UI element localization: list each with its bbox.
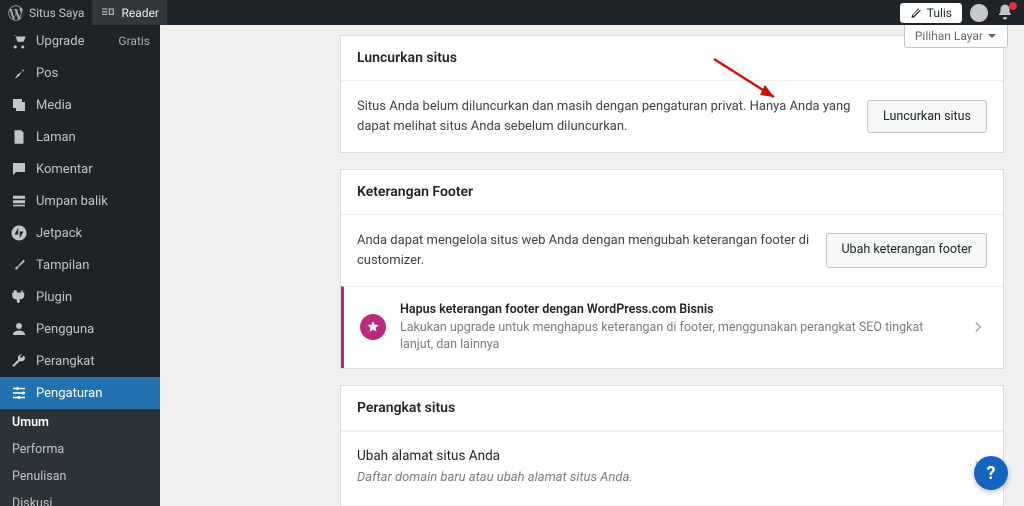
sidebar-submenu: Umum Performa Penulisan Diskusi Bacaan M…	[0, 409, 160, 506]
change-footer-button[interactable]: Ubah keterangan footer	[826, 233, 987, 267]
reader-icon	[100, 5, 116, 21]
notifications[interactable]	[996, 3, 1016, 23]
cart-icon	[10, 32, 28, 50]
sidebar-item-upgrade[interactable]: Upgrade Gratis	[0, 25, 160, 57]
footer-desc: Anda dapat mengelola situs web Anda deng…	[357, 231, 810, 270]
pencil-icon	[910, 7, 922, 19]
write-label: Tulis	[927, 6, 952, 20]
chevron-right-icon	[969, 318, 987, 336]
comment-icon	[10, 160, 28, 178]
star-icon	[366, 320, 380, 334]
launch-site-card: Luncurkan situs Situs Anda belum diluncu…	[340, 35, 1004, 153]
sidebar-item-plugin[interactable]: Plugin	[0, 281, 160, 313]
sidebar-label: Upgrade	[36, 34, 110, 49]
admin-bar: Situs Saya Reader Tulis	[0, 0, 1024, 25]
footer-upgrade-promo[interactable]: Hapus keterangan footer dengan WordPress…	[341, 286, 1003, 368]
sidebar-sub-penulisan[interactable]: Penulisan	[0, 463, 160, 490]
reader-tab[interactable]: Reader	[92, 0, 166, 25]
media-icon	[10, 96, 28, 114]
pin-icon	[10, 64, 28, 82]
screen-options-label: Pilihan Layar	[915, 29, 983, 43]
sidebar-label: Jetpack	[36, 226, 150, 241]
sidebar-item-jetpack[interactable]: Jetpack	[0, 217, 160, 249]
sidebar-label: Komentar	[36, 162, 150, 177]
plugin-icon	[10, 288, 28, 306]
sidebar-label: Perangkat	[36, 354, 150, 369]
write-button[interactable]: Tulis	[900, 3, 962, 23]
sidebar-label: Media	[36, 98, 150, 113]
sidebar-label: Plugin	[36, 290, 150, 305]
sidebar-item-pengguna[interactable]: Pengguna	[0, 313, 160, 345]
sidebar-sub-diskusi[interactable]: Diskusi	[0, 490, 160, 506]
sidebar-label: Pengaturan	[36, 386, 150, 401]
change-address-title: Ubah alamat situs Anda	[357, 446, 955, 466]
wrench-icon	[10, 352, 28, 370]
sidebar-item-media[interactable]: Media	[0, 89, 160, 121]
sidebar-label: Pengguna	[36, 322, 150, 337]
caret-down-icon	[987, 31, 997, 41]
page-icon	[10, 128, 28, 146]
sidebar-item-perangkat[interactable]: Perangkat	[0, 345, 160, 377]
change-address-row[interactable]: Ubah alamat situs Anda Daftar domain bar…	[341, 431, 1003, 506]
sidebar-item-umpan[interactable]: Umpan balik	[0, 185, 160, 217]
content-area: Pilihan Layar Luncurkan situs Situs Anda…	[160, 25, 1024, 506]
help-icon: ?	[987, 463, 996, 484]
user-icon	[10, 320, 28, 338]
sidebar-item-pos[interactable]: Pos	[0, 57, 160, 89]
reader-label: Reader	[121, 6, 158, 20]
sidebar-item-pengaturan[interactable]: Pengaturan	[0, 377, 160, 409]
wp-logo[interactable]: Situs Saya	[0, 0, 92, 25]
sliders-icon	[10, 384, 28, 402]
avatar[interactable]	[970, 4, 988, 22]
site-label: Situs Saya	[29, 6, 84, 20]
sidebar-sub-performa[interactable]: Performa	[0, 436, 160, 463]
sidebar-item-komentar[interactable]: Komentar	[0, 153, 160, 185]
notification-dot-icon	[1009, 2, 1017, 10]
footer-credit-card: Keterangan Footer Anda dapat mengelola s…	[340, 169, 1004, 369]
sidebar-label: Pos	[36, 66, 150, 81]
feedback-icon	[10, 192, 28, 210]
help-fab[interactable]: ?	[974, 456, 1008, 490]
sidebar-sub-umum[interactable]: Umum	[0, 409, 160, 436]
wordpress-icon	[8, 5, 24, 21]
promo-title: Hapus keterangan footer dengan WordPress…	[400, 301, 955, 319]
sidebar-label: Laman	[36, 130, 150, 145]
sidebar-label: Umpan balik	[36, 194, 150, 209]
star-badge	[360, 314, 386, 340]
launch-site-button[interactable]: Luncurkan situs	[867, 100, 987, 133]
footer-card-head: Keterangan Footer	[341, 170, 1003, 215]
promo-desc: Lakukan upgrade untuk menghapus keterang…	[400, 319, 955, 354]
sidebar-item-tampilan[interactable]: Tampilan	[0, 249, 160, 281]
sidebar-item-laman[interactable]: Laman	[0, 121, 160, 153]
upgrade-badge: Gratis	[118, 34, 150, 48]
launch-desc: Situs Anda belum diluncurkan dan masih d…	[357, 97, 851, 136]
tools-card-head: Perangkat situs	[341, 386, 1003, 431]
sidebar-label: Tampilan	[36, 258, 150, 273]
change-address-desc: Daftar domain baru atau ubah alamat situ…	[357, 468, 955, 488]
brush-icon	[10, 256, 28, 274]
screen-options-button[interactable]: Pilihan Layar	[904, 25, 1008, 48]
admin-sidebar: Upgrade Gratis Pos Media Laman Komentar	[0, 25, 160, 506]
site-tools-card: Perangkat situs Ubah alamat situs Anda D…	[340, 385, 1004, 506]
jetpack-icon	[10, 224, 28, 242]
